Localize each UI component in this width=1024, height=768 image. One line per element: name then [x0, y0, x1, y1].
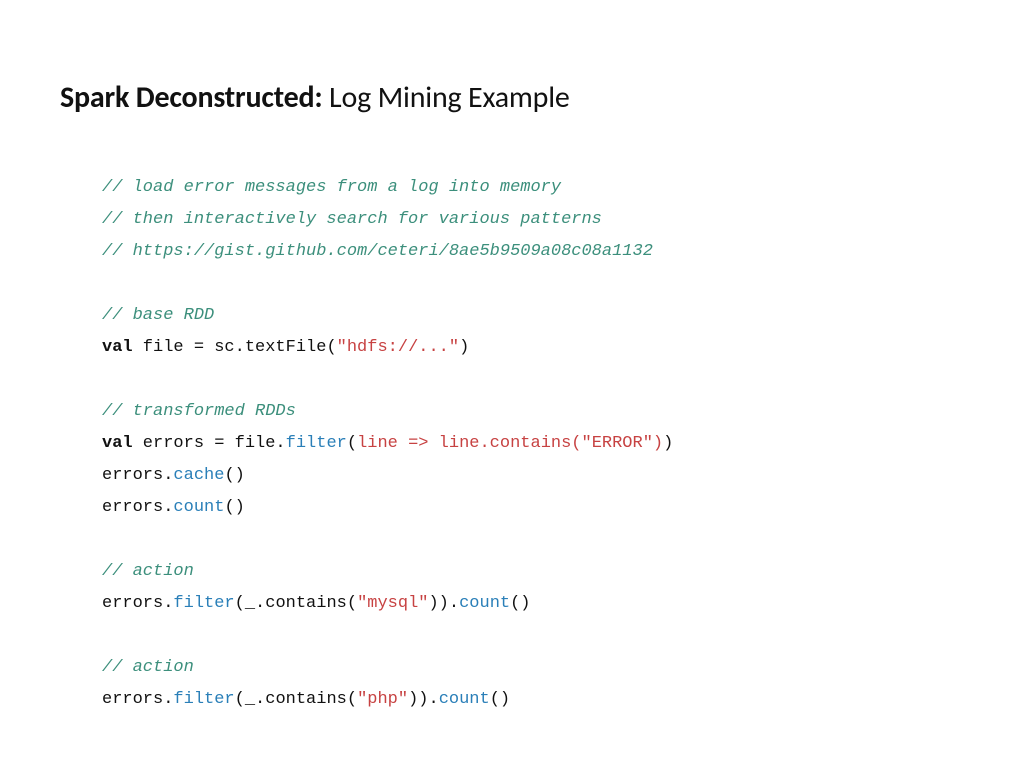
code-text: errors = file. — [133, 434, 286, 453]
code-text: errors. — [102, 594, 173, 613]
code-keyword: val — [102, 434, 133, 453]
code-fn: count — [459, 594, 510, 613]
code-text: (_.contains( — [235, 690, 357, 709]
code-comment: // base RDD — [102, 306, 214, 325]
code-keyword: val — [102, 338, 133, 357]
code-comment: // action — [102, 562, 194, 581]
code-lambda: line => line.contains("ERROR") — [357, 434, 663, 453]
code-fn: filter — [173, 690, 234, 709]
code-fn: count — [439, 690, 490, 709]
code-comment: // then interactively search for various… — [102, 210, 602, 229]
page-title: Spark Deconstructed: Log Mining Example — [60, 80, 964, 116]
code-text: errors. — [102, 466, 173, 485]
code-text: () — [490, 690, 510, 709]
code-comment: // action — [102, 658, 194, 677]
code-fn: filter — [286, 434, 347, 453]
code-text: )). — [408, 690, 439, 709]
code-text: )). — [428, 594, 459, 613]
slide: Spark Deconstructed: Log Mining Example … — [0, 0, 1024, 768]
title-bold: Spark Deconstructed: — [60, 79, 322, 116]
code-text: (_.contains( — [235, 594, 357, 613]
code-fn: count — [173, 498, 224, 517]
code-text: errors. — [102, 498, 173, 517]
code-text: () — [224, 498, 244, 517]
code-string: "php" — [357, 690, 408, 709]
code-text: () — [510, 594, 530, 613]
code-block: // load error messages from a log into m… — [102, 172, 964, 716]
code-text: ( — [347, 434, 357, 453]
code-text: () — [224, 466, 244, 485]
code-fn: filter — [173, 594, 234, 613]
code-fn: cache — [173, 466, 224, 485]
code-text: file = sc.textFile( — [133, 338, 337, 357]
code-comment: // load error messages from a log into m… — [102, 178, 561, 197]
title-rest: Log Mining Example — [322, 79, 569, 116]
code-string: "hdfs://..." — [337, 338, 459, 357]
code-comment: // transformed RDDs — [102, 402, 296, 421]
code-text: errors. — [102, 690, 173, 709]
code-comment: // https://gist.github.com/ceteri/8ae5b9… — [102, 242, 653, 261]
code-text: ) — [459, 338, 469, 357]
code-string: "mysql" — [357, 594, 428, 613]
code-text: ) — [663, 434, 673, 453]
